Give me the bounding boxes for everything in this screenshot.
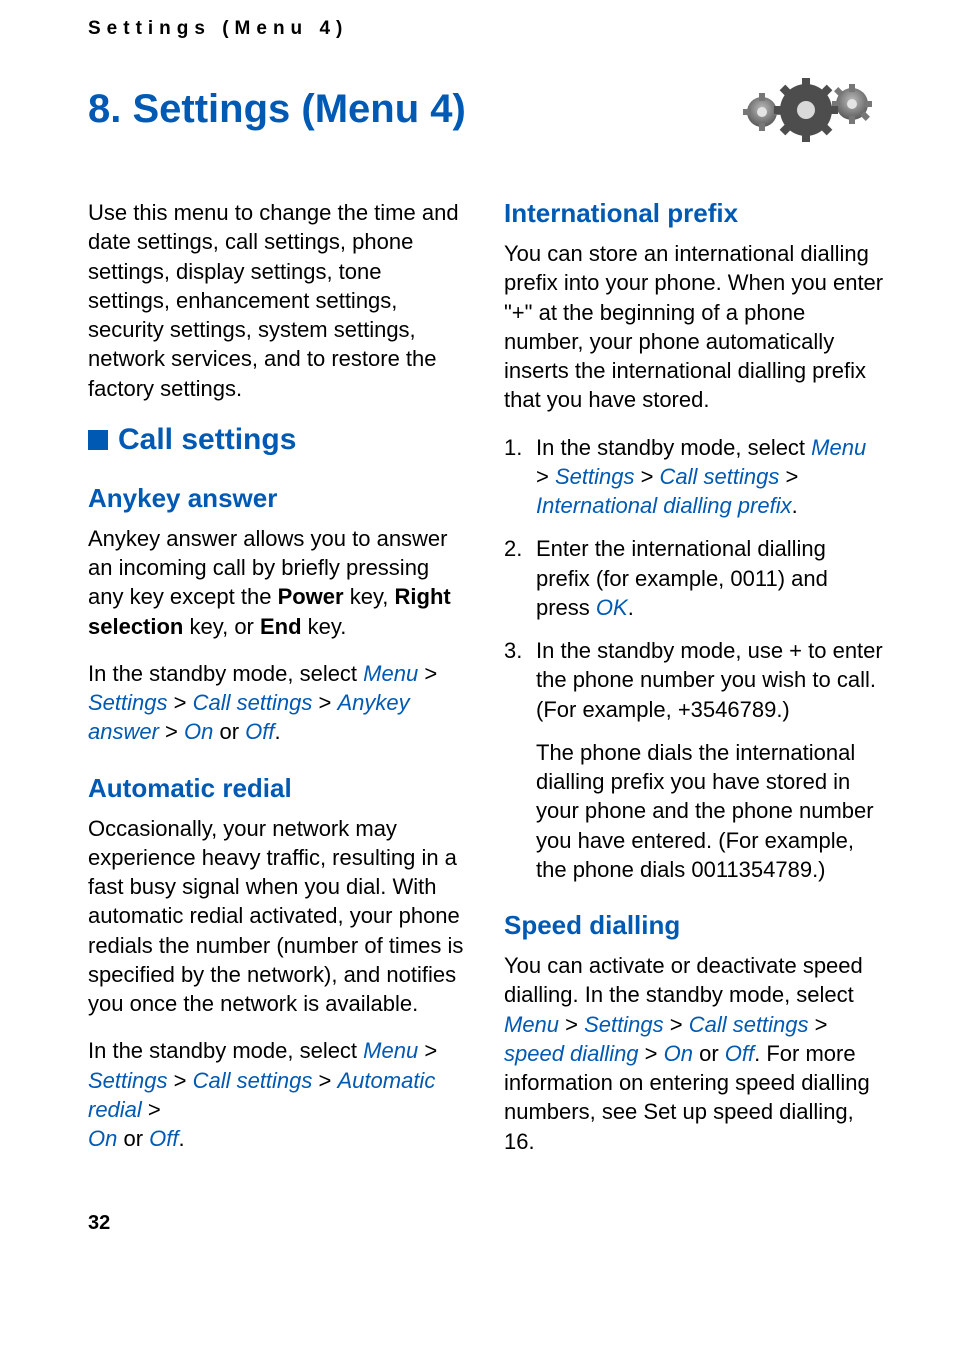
settings-gears-icon bbox=[734, 64, 884, 154]
intro-paragraph: Use this menu to change the time and dat… bbox=[88, 198, 468, 403]
path-off: Off bbox=[149, 1126, 178, 1151]
anykey-body-mid2: key, or bbox=[183, 614, 260, 639]
key-end: End bbox=[260, 614, 302, 639]
path-off: Off bbox=[725, 1041, 754, 1066]
subsection-heading-international-prefix: International prefix bbox=[504, 198, 884, 229]
path-settings: Settings bbox=[88, 1068, 168, 1093]
step-3-a: In the standby mode, use + to enter the … bbox=[536, 638, 883, 722]
step-3: In the standby mode, use + to enter the … bbox=[504, 636, 884, 884]
anykey-instr-or: or bbox=[213, 719, 245, 744]
path-call-settings: Call settings bbox=[193, 1068, 313, 1093]
path-call-settings: Call settings bbox=[193, 690, 313, 715]
running-header: Settings (Menu 4) bbox=[88, 18, 884, 40]
path-menu: Menu bbox=[811, 435, 866, 460]
speed-body-pre: You can activate or deactivate speed dia… bbox=[504, 953, 863, 1007]
international-prefix-body: You can store an international dialling … bbox=[504, 239, 884, 415]
redial-body: Occasionally, your network may experienc… bbox=[88, 814, 468, 1019]
redial-instruction: In the standby mode, select Menu > Setti… bbox=[88, 1036, 468, 1153]
chapter-title: 8. Settings (Menu 4) bbox=[88, 87, 466, 132]
anykey-body-mid1: key, bbox=[344, 584, 395, 609]
key-power: Power bbox=[278, 584, 344, 609]
speed-dialling-body: You can activate or deactivate speed dia… bbox=[504, 951, 884, 1156]
path-speed-dialling: speed dialling bbox=[504, 1041, 639, 1066]
step-2: Enter the international dialling prefix … bbox=[504, 534, 884, 622]
path-menu: Menu bbox=[504, 1012, 559, 1037]
path-menu: Menu bbox=[363, 1038, 418, 1063]
subsection-heading-anykey: Anykey answer bbox=[88, 483, 468, 514]
redial-instr-pre: In the standby mode, select bbox=[88, 1038, 363, 1063]
path-ok: OK bbox=[596, 595, 628, 620]
path-settings: Settings bbox=[88, 690, 168, 715]
path-menu: Menu bbox=[363, 661, 418, 686]
step-1: In the standby mode, select Menu > Setti… bbox=[504, 433, 884, 521]
subsection-heading-speed-dialling: Speed dialling bbox=[504, 910, 884, 941]
path-call-settings: Call settings bbox=[689, 1012, 809, 1037]
section-bullet-icon bbox=[88, 430, 108, 450]
page-number: 32 bbox=[88, 1212, 884, 1235]
anykey-body: Anykey answer allows you to answer an in… bbox=[88, 524, 468, 641]
anykey-instr-pre: In the standby mode, select bbox=[88, 661, 363, 686]
path-off: Off bbox=[245, 719, 274, 744]
path-on: On bbox=[184, 719, 213, 744]
speed-instr-or: or bbox=[693, 1041, 725, 1066]
step-2-pre: Enter the international dialling prefix … bbox=[536, 536, 828, 620]
anykey-body-post: key. bbox=[302, 614, 347, 639]
anykey-instruction: In the standby mode, select Menu > Setti… bbox=[88, 659, 468, 747]
section-heading-call-settings: Call settings bbox=[118, 423, 296, 457]
path-call-settings: Call settings bbox=[660, 464, 780, 489]
redial-instr-or: or bbox=[117, 1126, 149, 1151]
step-3-b: The phone dials the international dialli… bbox=[536, 738, 884, 884]
subsection-heading-redial: Automatic redial bbox=[88, 773, 468, 804]
international-prefix-steps: In the standby mode, select Menu > Setti… bbox=[504, 433, 884, 885]
path-international-dialling-prefix: International dialling prefix bbox=[536, 493, 792, 518]
path-on: On bbox=[88, 1126, 117, 1151]
path-settings: Settings bbox=[555, 464, 635, 489]
step-1-pre: In the standby mode, select bbox=[536, 435, 811, 460]
path-on: On bbox=[664, 1041, 693, 1066]
path-settings: Settings bbox=[584, 1012, 664, 1037]
